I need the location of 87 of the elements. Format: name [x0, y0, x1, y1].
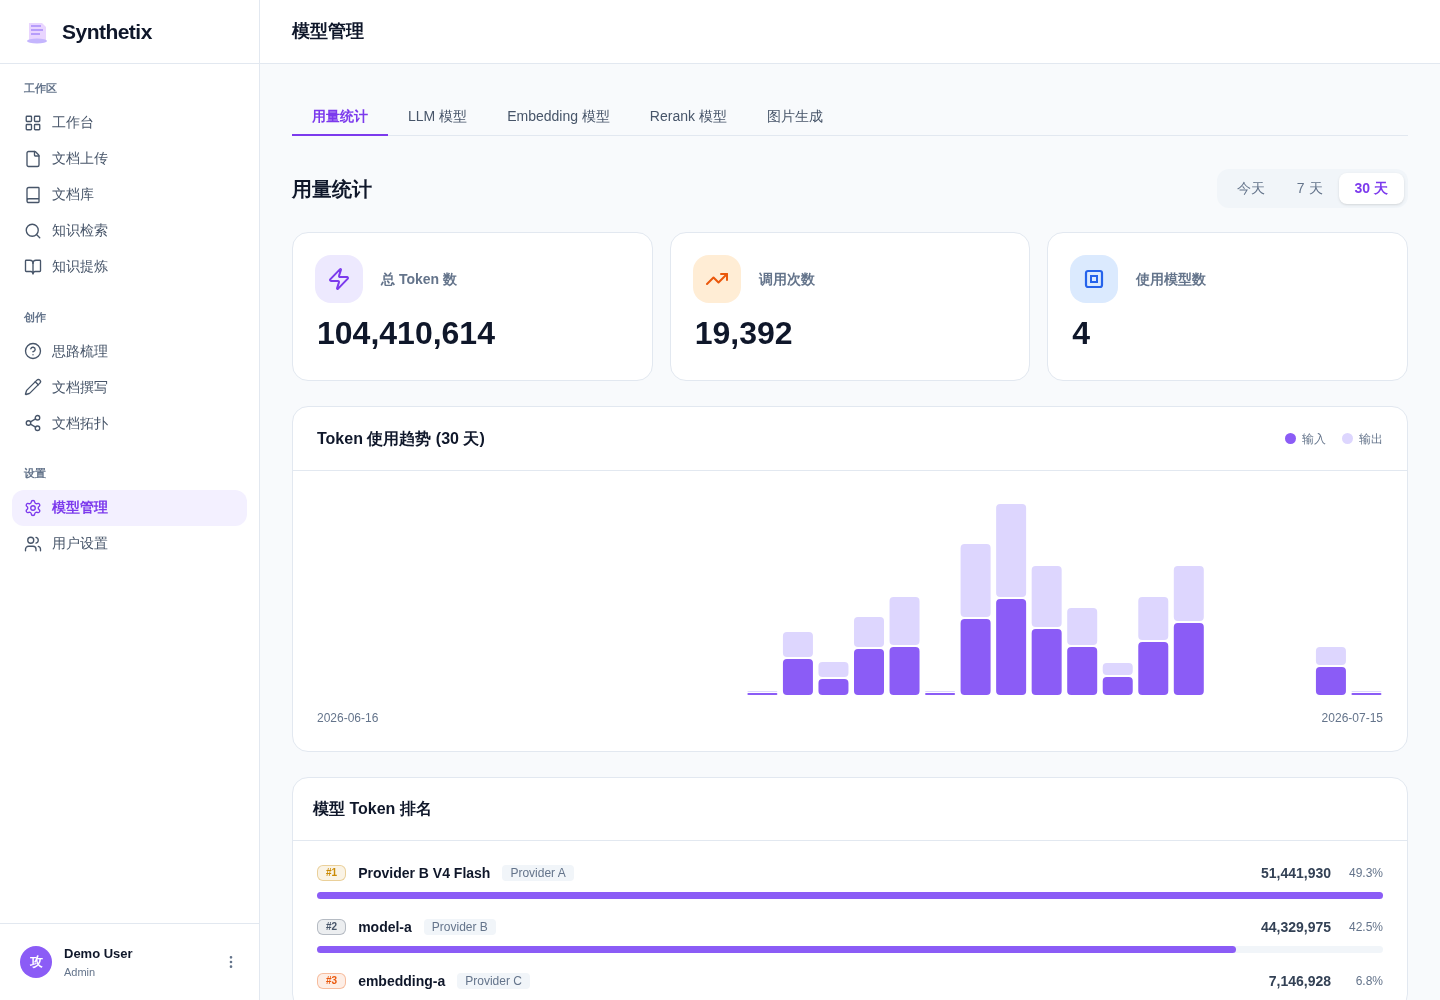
- section-title: 用量统计: [292, 176, 372, 202]
- token-count: 51,441,930: [1260, 866, 1331, 880]
- output-bar: [1031, 566, 1062, 627]
- ranking-title: 模型 Token 排名: [313, 799, 432, 819]
- legend-label: 输入: [1302, 430, 1326, 448]
- model-name: Provider B V4 Flash: [358, 866, 491, 880]
- legend-label: 输出: [1359, 430, 1383, 448]
- section-heading: 设置: [23, 466, 47, 481]
- search-icon: [24, 221, 42, 240]
- provider-tag: Provider B: [423, 919, 496, 935]
- range-option[interactable]: 30 天: [1338, 173, 1404, 204]
- nav-item[interactable]: 文档拓扑: [12, 405, 247, 441]
- rank-badge: #1: [317, 865, 347, 881]
- stat-label: 使用模型数: [1136, 269, 1207, 289]
- nav-item[interactable]: 知识检索: [12, 212, 247, 249]
- model-name: embedding-a: [358, 974, 446, 988]
- input-bar: [1315, 667, 1346, 695]
- trend-up-icon: [692, 255, 741, 303]
- input-bar: [854, 649, 884, 695]
- nav-item[interactable]: 文档库: [12, 176, 247, 213]
- file-icon: [24, 149, 42, 168]
- stat-label: 调用次数: [758, 269, 815, 289]
- output-bar: [1102, 663, 1133, 675]
- brand-name: Synthetix: [62, 18, 152, 45]
- rank-badge: #3: [317, 973, 347, 989]
- tab[interactable]: LLM 模型: [388, 98, 488, 136]
- output-bar: [818, 662, 849, 677]
- tab[interactable]: Embedding 模型: [487, 98, 630, 136]
- chip-icon: [1070, 255, 1119, 303]
- model-name: model-a: [358, 920, 412, 934]
- output-bar: [854, 617, 884, 647]
- input-bar: [1067, 647, 1098, 695]
- pencil-icon: [24, 378, 42, 396]
- user-role: Admin: [64, 964, 97, 980]
- open-book-icon: [24, 257, 42, 276]
- stat-value: 4: [1072, 317, 1092, 349]
- output-bar: [889, 597, 920, 645]
- stat-label: 总 Token 数: [381, 269, 457, 289]
- chart-title: Token 使用趋势 (30 天): [317, 428, 485, 449]
- nav-item[interactable]: 文档撰写: [12, 369, 247, 405]
- nav-item[interactable]: 模型管理: [12, 489, 247, 526]
- avatar: 攻: [20, 946, 52, 978]
- share-icon: [24, 414, 42, 432]
- page-title: 模型管理: [292, 20, 364, 43]
- grid-icon: [24, 113, 42, 132]
- section-heading: 创作: [23, 309, 47, 325]
- settings-icon: [24, 498, 42, 517]
- nav-item[interactable]: 工作台: [12, 104, 247, 141]
- nav-item[interactable]: 用户设置: [12, 525, 247, 562]
- tab[interactable]: 用量统计: [292, 98, 388, 136]
- lightning-icon: [315, 255, 363, 303]
- provider-tag: Provider A: [502, 865, 574, 881]
- input-bar: [1031, 629, 1062, 695]
- share-percent: 6.8%: [1354, 975, 1383, 987]
- output-bar: [1138, 597, 1169, 640]
- input-bar: [889, 647, 920, 695]
- input-bar: [818, 679, 849, 695]
- range-option[interactable]: 7 天: [1280, 173, 1339, 204]
- share-percent: 42.5%: [1347, 921, 1383, 933]
- nav-item[interactable]: 文档上传: [12, 140, 247, 177]
- nav-item[interactable]: 思路梳理: [12, 333, 247, 369]
- input-bar: [1138, 642, 1169, 695]
- tab[interactable]: Rerank 模型: [629, 98, 747, 136]
- share-percent: 49.3%: [1347, 867, 1383, 879]
- token-count: 44,329,975: [1260, 920, 1331, 934]
- section-heading: 工作区: [23, 81, 58, 96]
- input-bar: [782, 659, 813, 695]
- rank-badge: #2: [317, 919, 347, 935]
- output-bar: [1173, 566, 1204, 621]
- token-count: 7,146,928: [1268, 974, 1331, 988]
- users-icon: [24, 534, 42, 553]
- axis-label: 2026-07-15: [1321, 710, 1383, 727]
- user-name: Demo User: [64, 945, 134, 963]
- output-bar: [1067, 608, 1098, 645]
- input-bar: [1173, 623, 1204, 695]
- range-option[interactable]: 今天: [1220, 173, 1281, 204]
- output-bar: [782, 632, 813, 657]
- nav-item[interactable]: 知识提炼: [12, 248, 247, 285]
- stat-value: 104,410,614: [317, 317, 496, 349]
- tab[interactable]: 图片生成: [746, 98, 843, 136]
- question-icon: [24, 342, 42, 360]
- book-icon: [24, 185, 42, 204]
- output-bar: [1315, 647, 1346, 665]
- stat-value: 19,392: [694, 317, 794, 349]
- axis-label: 2026-06-16: [317, 710, 379, 727]
- input-bar: [1102, 677, 1133, 695]
- provider-tag: Provider C: [457, 973, 530, 989]
